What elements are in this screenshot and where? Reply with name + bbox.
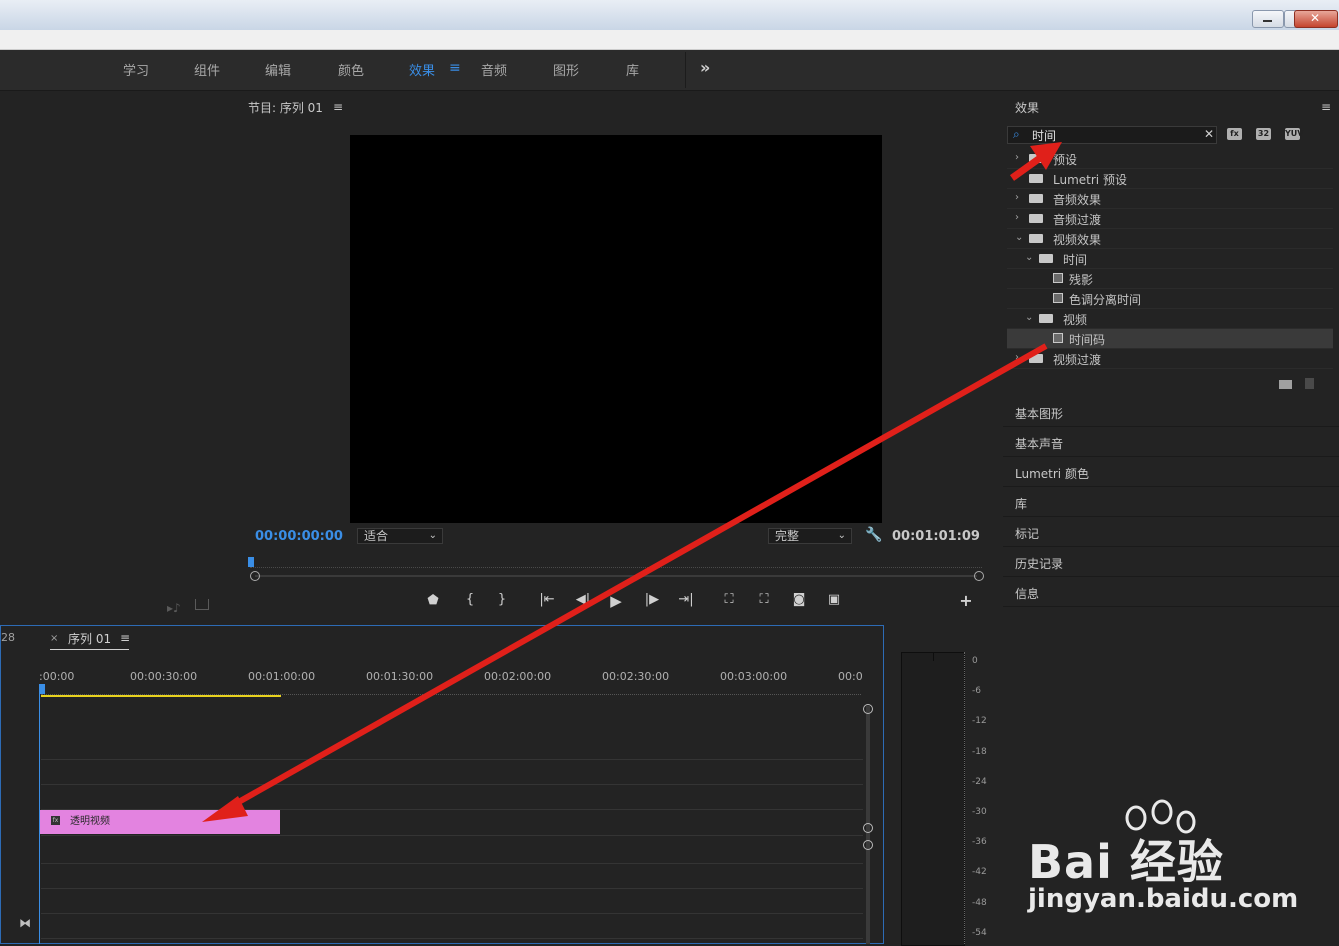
watermark-brand: Bai 经验 bbox=[1028, 835, 1224, 889]
arrow-to-clip bbox=[202, 343, 1048, 822]
watermark: Bai 经验 jingyan.baidu.com bbox=[1028, 796, 1308, 916]
arrow-to-search bbox=[1009, 142, 1062, 181]
watermark-url: jingyan.baidu.com bbox=[1028, 884, 1299, 914]
